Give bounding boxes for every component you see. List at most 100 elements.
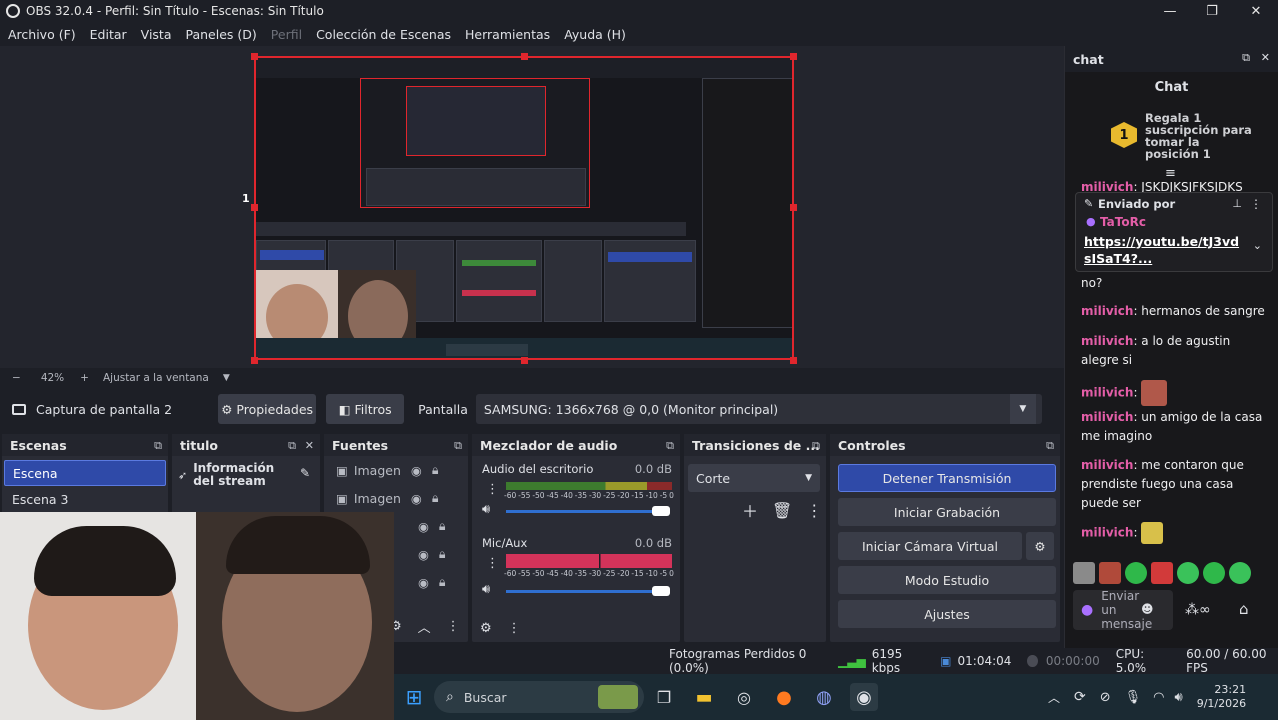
menu-perfil[interactable]: Perfil (271, 27, 302, 42)
clock[interactable]: 23:21 9/1/2026 (1197, 683, 1246, 711)
menu-editar[interactable]: Editar (90, 27, 127, 42)
emote-icon[interactable] (1099, 562, 1121, 584)
maximize-button[interactable]: ❐ (1192, 0, 1232, 22)
firefox-icon[interactable]: ● (770, 683, 798, 711)
scene-item-escena[interactable]: Escena (4, 460, 166, 486)
more-icon[interactable]: ⋮ (1250, 197, 1262, 211)
zoom-in-button[interactable]: + (80, 372, 89, 384)
eye-icon[interactable]: ◉ (418, 575, 429, 590)
zoom-out-button[interactable]: − (12, 372, 21, 384)
store-icon[interactable]: ⌂ (1239, 600, 1249, 618)
menu-vista[interactable]: Vista (141, 27, 172, 42)
lock-icon[interactable]: 🔒︎ (439, 518, 446, 534)
discord-icon[interactable]: ◍ (810, 683, 838, 711)
menu-coleccion-escenas[interactable]: Colección de Escenas (316, 27, 451, 42)
zoom-dropdown-icon[interactable]: ▼ (223, 373, 230, 383)
pinned-message[interactable]: ✎ Enviado por ⊥ ⋮ ● TaToRc https://youtu… (1075, 192, 1273, 272)
sync-icon[interactable]: ⟳ (1074, 689, 1086, 705)
close-icon[interactable]: ✕ (1261, 51, 1270, 64)
volume-slider[interactable] (506, 510, 666, 513)
taskbar-search[interactable]: ⌕ Buscar (434, 681, 644, 713)
emote-icon[interactable] (1229, 562, 1251, 584)
preview-canvas[interactable] (254, 56, 794, 360)
pinned-link[interactable]: https://youtu.be/tJ3vd sISaT4?... (1084, 233, 1239, 267)
clock-date: 9/1/2026 (1196, 697, 1247, 710)
speaker-icon[interactable]: 🔊︎ (482, 582, 490, 597)
pin-action-icon[interactable]: ⊥ (1232, 197, 1242, 210)
more-icon[interactable]: ⋮ (486, 482, 499, 497)
eye-hidden-icon[interactable]: ◉ (411, 463, 422, 478)
microphone-icon[interactable]: ● (1081, 602, 1093, 618)
task-view-icon[interactable]: ❐ (650, 683, 678, 711)
more-icon[interactable]: ⋮ (508, 621, 521, 636)
emote-icon[interactable] (1203, 562, 1225, 584)
volume-slider-handle[interactable] (652, 586, 670, 596)
undock-icon[interactable]: ⧉ (288, 439, 296, 453)
more-icon[interactable]: ⋮ (806, 501, 822, 520)
menu-archivo[interactable]: Archivo (F) (8, 27, 76, 42)
settings-button[interactable]: Ajustes (838, 600, 1056, 628)
chevron-up-icon[interactable]: ︿ (1048, 689, 1060, 706)
windows-start-icon[interactable]: ⊞ (400, 683, 428, 711)
microphone-icon[interactable]: 🎙︎ (1125, 690, 1142, 705)
chevron-up-icon[interactable]: ︿ (418, 617, 431, 636)
filters-button[interactable]: ◧ Filtros (326, 394, 405, 424)
source-item[interactable]: ▣ Imagen ◉ 🔒︎ (324, 484, 468, 512)
emote-icon[interactable] (1151, 562, 1173, 584)
virtual-camera-button[interactable]: Iniciar Cámara Virtual (838, 532, 1022, 560)
undock-icon[interactable]: ⧉ (154, 439, 162, 453)
virtual-camera-settings-button[interactable]: ⚙ (1026, 532, 1054, 560)
stream-info-item[interactable]: ➶ Información del stream ✎ (172, 456, 320, 494)
start-recording-button[interactable]: Iniciar Grabación (838, 498, 1056, 526)
transition-select[interactable]: Corte ▼ (688, 464, 820, 492)
lock-icon[interactable]: 🔒︎ (439, 546, 446, 562)
emote-icon[interactable] (1177, 562, 1199, 584)
emote-icon[interactable] (1073, 562, 1095, 584)
menu-paneles[interactable]: Paneles (D) (186, 27, 257, 42)
scene-item-escena-3[interactable]: Escena 3 (2, 486, 168, 512)
obs-taskbar-icon[interactable]: ◉ (850, 683, 878, 711)
volume-slider-handle[interactable] (652, 506, 670, 516)
add-icon[interactable]: ＋ (742, 498, 758, 522)
undock-icon[interactable]: ⧉ (666, 439, 674, 453)
lock-icon[interactable]: 🔒︎ (439, 574, 446, 590)
chevron-down-icon[interactable]: ⌄ (1253, 239, 1262, 252)
minimize-button[interactable]: — (1150, 0, 1190, 22)
trash-icon[interactable]: 🗑︎ (772, 501, 792, 520)
eye-icon[interactable]: ◉ (418, 547, 429, 562)
network-off-icon[interactable]: ⊘ (1100, 690, 1111, 705)
menu-herramientas[interactable]: Herramientas (465, 27, 550, 42)
menu-ayuda[interactable]: Ayuda (H) (564, 27, 626, 42)
volume-slider[interactable] (506, 590, 666, 593)
title-bar: OBS 32.0.4 - Perfil: Sin Título - Escena… (0, 0, 1278, 22)
display-select[interactable]: SAMSUNG: 1366x768 @ 0,0 (Monitor princip… (475, 394, 1042, 424)
undock-icon[interactable]: ⧉ (812, 439, 820, 453)
stop-stream-button[interactable]: Detener Transmisión (838, 464, 1056, 492)
file-explorer-icon[interactable]: ▬ (690, 683, 718, 711)
steam-icon[interactable]: ◎ (730, 683, 758, 711)
lock-icon[interactable]: 🔒︎ (432, 490, 439, 506)
close-button[interactable]: ✕ (1236, 0, 1276, 22)
wifi-icon[interactable]: ◠ (1153, 690, 1164, 705)
studio-mode-button[interactable]: Modo Estudio (838, 566, 1056, 594)
emoji-icon[interactable]: ☻ (1141, 602, 1154, 616)
speaker-icon[interactable]: 🔊︎ (482, 502, 490, 517)
pencil-icon[interactable]: ✎ (300, 466, 310, 480)
more-icon[interactable]: ⋮ (486, 556, 499, 571)
chat-input[interactable]: ● Enviar un mensaje (1073, 589, 1173, 631)
bits-icon[interactable]: ⁂∞ (1185, 602, 1211, 618)
source-item[interactable]: ▣ Imagen ◉ 🔒︎ (324, 456, 468, 484)
emote-icon[interactable] (1125, 562, 1147, 584)
network-icon[interactable]: ⚙ (480, 621, 492, 636)
more-icon[interactable]: ⋮ (447, 619, 460, 634)
undock-icon[interactable]: ⧉ (454, 439, 462, 453)
properties-button[interactable]: ⚙ Propiedades (218, 394, 317, 424)
eye-hidden-icon[interactable]: ◉ (411, 491, 422, 506)
fit-window-label[interactable]: Ajustar a la ventana (103, 372, 209, 384)
eye-hidden-icon[interactable]: ◉ (418, 519, 429, 534)
volume-icon[interactable]: 🔊︎ (1175, 690, 1183, 705)
undock-icon[interactable]: ⧉ (1046, 439, 1054, 453)
close-icon[interactable]: ✕ (305, 439, 314, 452)
undock-icon[interactable]: ⧉ (1242, 51, 1250, 65)
lock-icon[interactable]: 🔒︎ (432, 462, 439, 478)
